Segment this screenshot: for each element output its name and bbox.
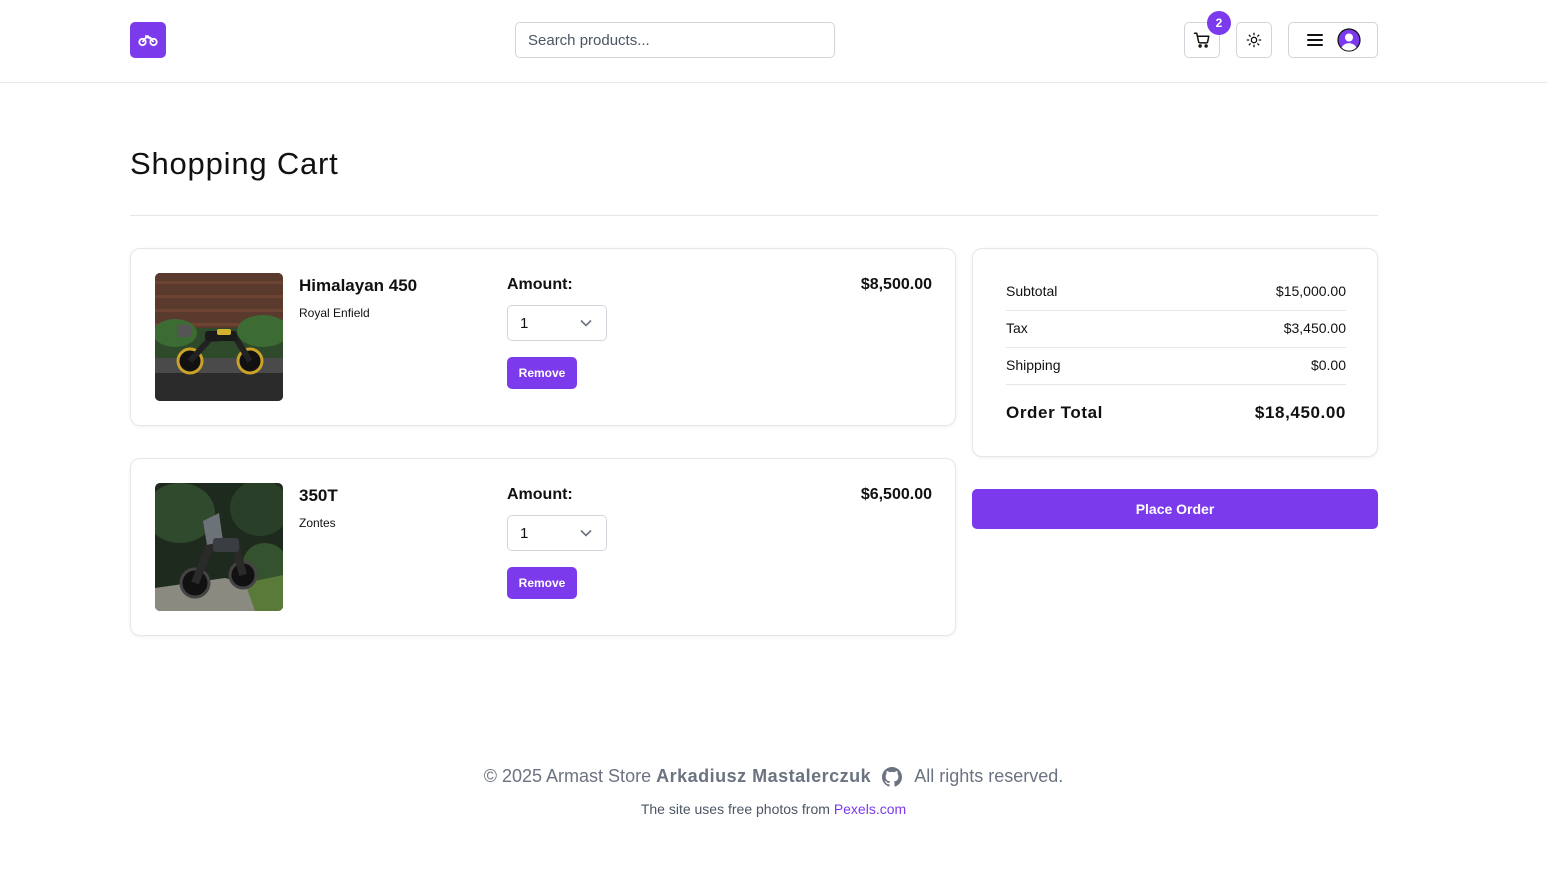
user-menu-button[interactable] xyxy=(1288,22,1378,58)
order-total-value: $18,450.00 xyxy=(1254,403,1346,422)
rights-text: All rights reserved. xyxy=(914,766,1064,786)
github-icon[interactable] xyxy=(882,766,903,787)
cart-count-badge: 2 xyxy=(1207,11,1231,35)
search-input[interactable] xyxy=(515,22,835,58)
chevron-down-icon xyxy=(580,319,592,327)
footer-copyright: © 2025 Armast Store Arkadiusz Mastalercz… xyxy=(0,766,1547,787)
order-total-label: Order Total xyxy=(1006,403,1103,422)
quantity-value: 1 xyxy=(520,314,529,332)
product-name[interactable]: 350T xyxy=(299,486,338,506)
product-image xyxy=(155,483,283,611)
shipping-row: Shipping $0.00 xyxy=(1006,357,1346,373)
sun-icon xyxy=(1246,32,1262,48)
copyright-text: © 2025 Armast Store xyxy=(483,766,652,786)
product-price: $8,500.00 xyxy=(860,276,932,293)
product-name[interactable]: Himalayan 450 xyxy=(299,276,417,296)
theme-toggle-button[interactable] xyxy=(1236,22,1272,58)
shipping-value: $0.00 xyxy=(1310,357,1346,373)
author-link[interactable]: Arkadiusz Mastalerczuk xyxy=(656,766,871,787)
amount-label: Amount: xyxy=(507,276,573,293)
motorcycle-icon xyxy=(138,35,158,47)
order-total-row: Order Total $18,450.00 xyxy=(1006,403,1346,423)
page-title: Shopping Cart xyxy=(130,146,339,181)
subtotal-label: Subtotal xyxy=(1006,283,1058,299)
place-order-button[interactable]: Place Order xyxy=(972,489,1378,529)
home-logo-button[interactable] xyxy=(130,22,166,58)
tax-value: $3,450.00 xyxy=(1283,320,1346,336)
tax-row: Tax $3,450.00 xyxy=(1006,320,1346,336)
hamburger-menu-icon xyxy=(1307,34,1323,46)
product-brand: Royal Enfield xyxy=(299,306,370,320)
remove-button[interactable]: Remove xyxy=(507,567,577,599)
remove-button[interactable]: Remove xyxy=(507,357,577,389)
title-divider xyxy=(130,215,1378,216)
tax-label: Tax xyxy=(1006,320,1028,336)
product-image xyxy=(155,273,283,401)
product-price: $6,500.00 xyxy=(860,486,932,503)
summary-divider xyxy=(1006,310,1346,311)
order-summary: Subtotal $15,000.00 Tax $3,450.00 Shippi… xyxy=(972,248,1378,457)
quantity-value: 1 xyxy=(520,524,529,542)
amount-label: Amount: xyxy=(507,486,573,503)
cart-item: 350T Zontes Amount: 1 Remove $6,500.00 xyxy=(130,458,956,636)
subtotal-value: $15,000.00 xyxy=(1275,283,1346,299)
chevron-down-icon xyxy=(580,529,592,537)
shipping-label: Shipping xyxy=(1006,357,1061,373)
product-brand: Zontes xyxy=(299,516,336,530)
footer-photo-credit: The site uses free photos from Pexels.co… xyxy=(0,801,1547,817)
cart-item: Himalayan 450 Royal Enfield Amount: 1 Re… xyxy=(130,248,956,426)
pexels-link[interactable]: Pexels.com xyxy=(834,801,906,817)
quantity-select[interactable]: 1 xyxy=(507,515,607,551)
cart-icon xyxy=(1193,32,1210,48)
avatar-icon xyxy=(1337,28,1361,52)
photo-credit-text: The site uses free photos from xyxy=(640,801,830,817)
top-navbar: 2 xyxy=(0,0,1547,83)
summary-divider xyxy=(1006,384,1346,385)
summary-divider xyxy=(1006,347,1346,348)
subtotal-row: Subtotal $15,000.00 xyxy=(1006,283,1346,299)
quantity-select[interactable]: 1 xyxy=(507,305,607,341)
